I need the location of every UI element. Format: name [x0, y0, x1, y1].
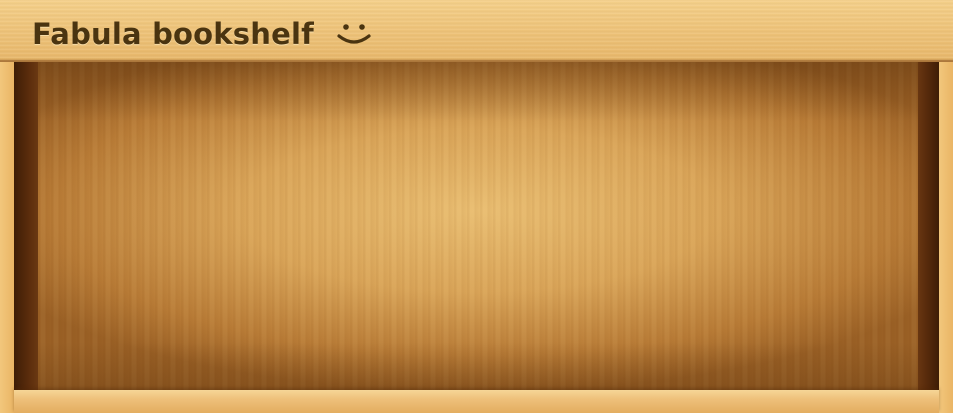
header-title-group: Fabula bookshelf [32, 14, 374, 54]
smiley-icon[interactable] [334, 16, 374, 52]
left-post [0, 62, 14, 413]
left-inner-wall [14, 62, 38, 392]
bottom-shelf-plank [14, 390, 939, 413]
shelf-back-panel [38, 62, 918, 392]
header-plank: Fabula bookshelf [0, 0, 953, 62]
app-title: Fabula bookshelf [32, 17, 314, 51]
bookshelf-window: Fabula bookshelf [0, 0, 953, 413]
right-inner-wall [917, 62, 939, 392]
right-post [939, 62, 953, 413]
